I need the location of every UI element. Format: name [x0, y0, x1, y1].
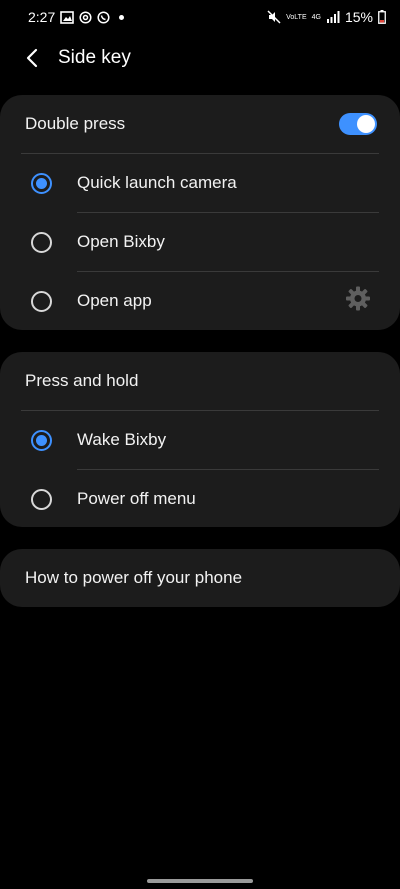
back-button[interactable] — [12, 38, 52, 78]
option-wake-bixby[interactable]: Wake Bixby — [0, 411, 400, 469]
option-label: Wake Bixby — [77, 430, 167, 449]
radio-button-selected[interactable] — [31, 172, 52, 194]
option-label: Quick launch camera — [77, 173, 237, 192]
gallery-icon — [60, 10, 75, 24]
mute-vibrate-icon — [267, 10, 281, 24]
volte-label: VoLTE — [286, 13, 307, 21]
screen: 2:27 VoLTE 4G 15% Side key Double press … — [0, 0, 400, 889]
app-bar: Side key — [0, 38, 400, 78]
option-open-app[interactable]: Open app — [0, 272, 400, 330]
option-quick-launch-camera[interactable]: Quick launch camera — [0, 154, 400, 212]
option-label: Open Bixby — [77, 232, 165, 251]
page-title: Side key — [58, 47, 131, 68]
help-link-label: How to power off your phone — [25, 568, 243, 587]
network-type-label: 4G — [311, 13, 321, 21]
double-press-toggle[interactable] — [339, 113, 377, 135]
radio-button[interactable] — [31, 290, 52, 312]
double-press-title: Double press — [25, 114, 126, 133]
radio-button[interactable] — [31, 488, 52, 510]
radio-button-selected[interactable] — [31, 429, 52, 451]
double-press-card: Double press Quick launch camera Open Bi… — [0, 95, 400, 330]
notification-dot-icon — [119, 14, 125, 20]
help-card: How to power off your phone — [0, 549, 400, 607]
press-and-hold-header: Press and hold — [0, 352, 400, 410]
status-time: 2:27 — [28, 9, 56, 25]
at-sign-icon — [79, 10, 92, 24]
status-bar: 2:27 VoLTE 4G 15% — [0, 0, 400, 34]
toggle-knob — [357, 115, 375, 133]
gear-icon[interactable] — [345, 286, 371, 317]
how-to-power-off-link[interactable]: How to power off your phone — [0, 549, 400, 607]
whatsapp-icon — [97, 10, 110, 24]
radio-button[interactable] — [31, 231, 52, 253]
battery-percent: 15% — [344, 9, 373, 25]
option-label: Open app — [77, 291, 152, 310]
signal-icon — [326, 11, 340, 23]
status-right: VoLTE 4G 15% — [267, 9, 386, 25]
press-and-hold-card: Press and hold Wake Bixby Power off menu — [0, 352, 400, 527]
press-and-hold-title: Press and hold — [25, 371, 139, 390]
battery-icon — [378, 10, 386, 24]
chevron-left-icon — [26, 48, 38, 68]
option-power-off-menu[interactable]: Power off menu — [0, 470, 400, 528]
option-label: Power off menu — [77, 489, 196, 508]
status-left: 2:27 — [28, 9, 125, 25]
gesture-nav-handle[interactable] — [147, 879, 253, 883]
option-open-bixby[interactable]: Open Bixby — [0, 213, 400, 271]
double-press-header[interactable]: Double press — [0, 95, 400, 153]
